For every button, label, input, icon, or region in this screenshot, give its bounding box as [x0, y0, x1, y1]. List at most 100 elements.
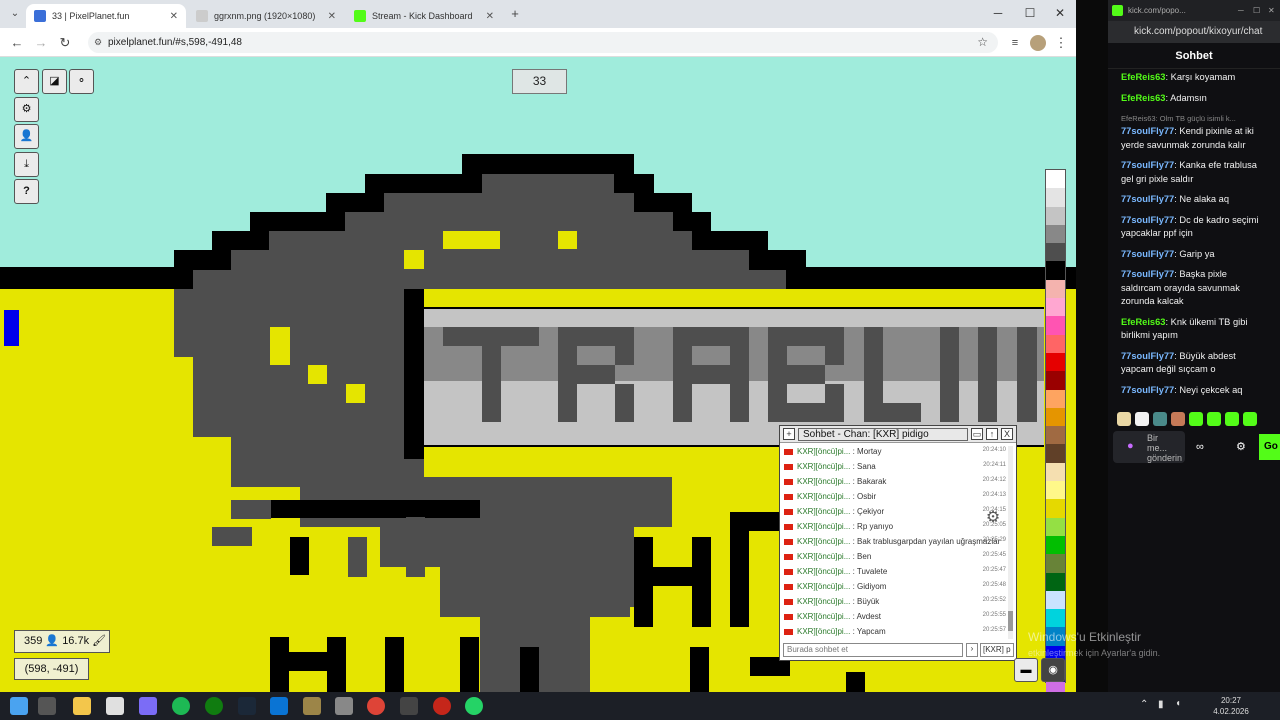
palette-swatch[interactable] — [1046, 499, 1065, 518]
kick-username[interactable]: EfeReis63 — [1121, 93, 1165, 103]
emote-icon[interactable] — [1243, 412, 1257, 426]
kick-username[interactable]: 77soulFly77 — [1121, 126, 1174, 136]
kick-username[interactable]: 77soulFly77 — [1121, 385, 1174, 395]
kick-message-input[interactable]: ● Bir me... gönderin — [1113, 431, 1185, 463]
palette-swatch[interactable] — [1046, 572, 1065, 591]
color-palette[interactable] — [1045, 169, 1066, 692]
close-icon[interactable]: ✕ — [486, 11, 494, 22]
palette-swatch[interactable] — [1046, 682, 1065, 692]
tab-search-button[interactable]: ⌄ — [6, 5, 24, 23]
palette-swatch[interactable] — [1046, 371, 1065, 390]
emote-icon[interactable] — [1171, 412, 1185, 426]
app-icon[interactable] — [433, 697, 451, 715]
photos-icon[interactable] — [106, 697, 124, 715]
kick-username[interactable]: 77soulFly77 — [1121, 351, 1174, 361]
chat-sender[interactable]: KXR][öncü]pi... — [797, 567, 850, 576]
chat-input[interactable]: Burada sohbet et — [783, 643, 963, 657]
maximize-button[interactable]: ☐ — [1022, 6, 1038, 22]
reply-preview[interactable]: EfeReis63: Olm TB güçlü isimli k... — [1108, 110, 1280, 123]
league-icon[interactable] — [303, 697, 321, 715]
chat-scrollbar[interactable] — [1008, 446, 1013, 639]
palette-swatch[interactable] — [1046, 279, 1065, 299]
chat-settings-gear-icon[interactable]: ⚙ — [983, 507, 1003, 527]
emote-icon[interactable] — [1189, 412, 1203, 426]
chat-sender[interactable]: KXR][öncü]pi... — [797, 612, 850, 621]
palette-swatch[interactable] — [1046, 389, 1065, 408]
tab-kick-dashboard[interactable]: Stream - Kick Dashboard ✕ — [346, 4, 502, 28]
palette-swatch[interactable] — [1046, 224, 1065, 244]
palette-swatch[interactable] — [1046, 334, 1065, 353]
close-window-button[interactable]: ✕ — [1052, 6, 1068, 22]
emote-bar[interactable] — [1117, 412, 1257, 426]
file-explorer-icon[interactable] — [73, 697, 91, 715]
download-button[interactable]: ⤓ — [14, 152, 39, 177]
palette-swatch[interactable] — [1046, 407, 1065, 427]
palette-swatch[interactable] — [1046, 444, 1065, 463]
palette-swatch[interactable] — [1046, 188, 1065, 207]
tab-image[interactable]: ggrxnm.png (1920×1080) ✕ — [188, 4, 344, 28]
task-view-icon[interactable] — [38, 697, 56, 715]
close-icon[interactable]: ✕ — [328, 11, 336, 22]
kick-username[interactable]: 77soulFly77 — [1121, 194, 1174, 204]
chat-settings-icon[interactable]: ⚙ — [1236, 440, 1246, 453]
overlay-toggle-button[interactable]: ⚬ — [69, 69, 94, 94]
kick-username[interactable]: 77soulFly77 — [1121, 269, 1174, 279]
palette-swatch[interactable] — [1046, 298, 1065, 317]
minimize-button[interactable]: ─ — [990, 6, 1006, 22]
palette-swatch[interactable] — [1046, 481, 1065, 500]
chat-sender[interactable]: KXR][öncü]pi... — [797, 507, 850, 516]
chat-sender[interactable]: KXR][öncü]pi... — [797, 627, 850, 636]
chat-sender[interactable]: KXR][öncü]pi... — [797, 582, 850, 591]
whatsapp-icon[interactable] — [465, 697, 483, 715]
chat-channel-select[interactable]: [KXR] p — [980, 643, 1014, 657]
browser-menu-icon[interactable]: ⋮ — [1052, 34, 1070, 52]
kick-send-button[interactable]: Go — [1259, 434, 1280, 460]
tray-volume-icon[interactable]: ◖ — [1175, 698, 1181, 709]
palette-swatch[interactable] — [1046, 535, 1065, 555]
popout-url-bar[interactable]: kick.com/popout/kixoyur/chat — [1108, 21, 1280, 43]
palette-swatch[interactable] — [1046, 590, 1065, 610]
settings-gear-button[interactable]: ⚙ — [14, 97, 39, 122]
chat-sender[interactable]: KXR][öncü]pi... — [797, 522, 850, 531]
copilot-icon[interactable] — [139, 697, 157, 715]
popout-close-button[interactable]: ✕ — [1268, 0, 1275, 21]
palette-swatch[interactable] — [1046, 243, 1065, 262]
chat-popout-button[interactable]: ▭ — [971, 428, 983, 440]
tray-chevron-icon[interactable]: ⌃ — [1140, 699, 1148, 710]
popout-minimize-button[interactable]: ─ — [1238, 0, 1244, 21]
mail-icon[interactable] — [270, 697, 288, 715]
microphone-icon[interactable]: ● — [1127, 440, 1134, 452]
chat-sender[interactable]: KXR][öncü]pi... — [797, 597, 850, 606]
emote-icon[interactable] — [1225, 412, 1239, 426]
site-info-icon[interactable]: ⚙ — [94, 32, 102, 53]
canvas-select-button[interactable]: ◪ — [42, 69, 67, 94]
start-windows-icon[interactable] — [10, 697, 28, 715]
chat-users-icon[interactable]: ∞ — [1196, 441, 1204, 453]
profile-avatar[interactable] — [1030, 35, 1046, 51]
chrome-icon[interactable] — [367, 697, 385, 715]
game-chat-window[interactable]: + Sohbet - Chan: [KXR] pidigo ▭ ↑ X KXR]… — [779, 425, 1017, 661]
kick-username[interactable]: 77soulFly77 — [1121, 215, 1174, 225]
system-clock[interactable]: 20:27 4.02.2026 — [1206, 695, 1256, 717]
settings-icon[interactable] — [335, 697, 353, 715]
user-profile-button[interactable]: 👤 — [14, 124, 39, 149]
close-icon[interactable]: ✕ — [170, 11, 178, 22]
tray-network-icon[interactable]: ▮ — [1158, 699, 1164, 710]
chat-sender[interactable]: KXR][öncü]pi... — [797, 552, 850, 561]
reload-icon[interactable]: ↻ — [56, 34, 74, 52]
xbox-icon[interactable] — [205, 697, 223, 715]
chat-sender[interactable]: KXR][öncü]pi... — [797, 477, 850, 486]
bookmark-star-icon[interactable]: ☆ — [977, 32, 988, 53]
app-icon[interactable] — [400, 697, 418, 715]
palette-swatch[interactable] — [1046, 206, 1065, 225]
emote-icon[interactable] — [1135, 412, 1149, 426]
emote-icon[interactable] — [1207, 412, 1221, 426]
chat-up-button[interactable]: ↑ — [986, 428, 998, 440]
chat-toggle-button[interactable]: ▬ — [1014, 658, 1038, 682]
coordinates-display[interactable]: (598, -491) — [14, 658, 89, 680]
tab-pixelplanet[interactable]: 33 | PixelPlanet.fun ✕ — [26, 4, 186, 28]
emote-icon[interactable] — [1117, 412, 1131, 426]
spotify-icon[interactable] — [172, 697, 190, 715]
forward-icon[interactable]: → — [32, 34, 50, 52]
media-control-icon[interactable]: ≡ — [1006, 34, 1024, 52]
